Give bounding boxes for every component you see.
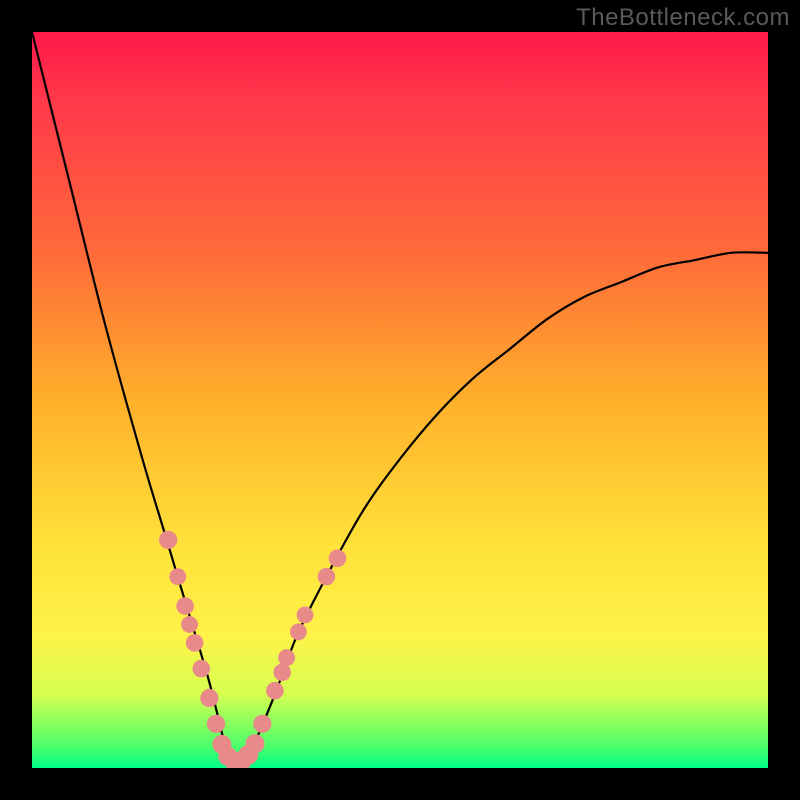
highlight-dot — [192, 660, 210, 678]
highlight-dots — [159, 531, 346, 768]
highlight-dot — [200, 689, 218, 707]
highlight-dot — [186, 634, 204, 652]
highlight-dot — [318, 568, 336, 586]
plot-area — [32, 32, 768, 768]
highlight-dot — [329, 549, 347, 567]
highlight-dot — [245, 734, 264, 753]
bottleneck-curve — [32, 32, 768, 763]
highlight-dot — [290, 623, 307, 640]
highlight-dot — [159, 531, 177, 549]
highlight-dot — [207, 715, 225, 733]
highlight-dot — [273, 664, 291, 682]
highlight-dot — [169, 568, 186, 585]
highlight-dot — [181, 616, 198, 633]
chart-frame: TheBottleneck.com — [0, 0, 800, 800]
highlight-dot — [176, 597, 194, 615]
curve-svg — [32, 32, 768, 768]
highlight-dot — [266, 682, 284, 700]
watermark-label: TheBottleneck.com — [576, 4, 790, 32]
highlight-dot — [253, 715, 271, 733]
highlight-dot — [278, 649, 295, 666]
highlight-dot — [297, 606, 314, 623]
